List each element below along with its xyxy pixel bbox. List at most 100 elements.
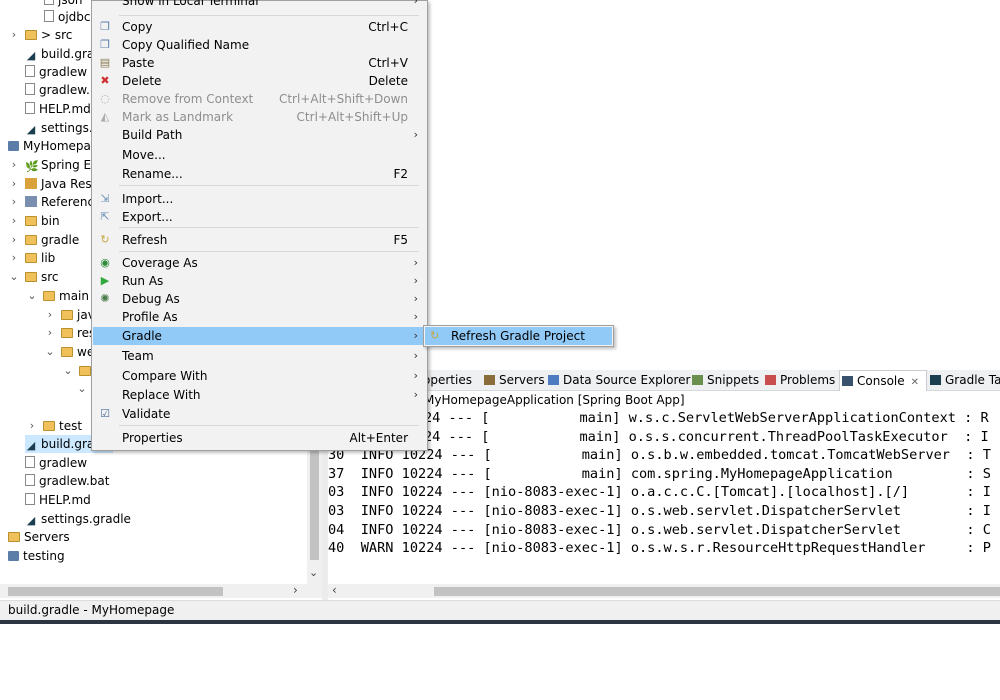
file-icon [44,10,54,22]
menu-item-gradle[interactable]: Gradle › [93,327,426,345]
tree-item[interactable]: HELP.md [25,491,91,509]
tab-problems[interactable]: Problems [763,370,835,390]
scroll-down-arrow-icon[interactable]: ⌄ [309,566,318,579]
landmark-icon: ◭ [100,110,110,123]
chevron-right-icon[interactable]: › [44,324,56,342]
tree-item[interactable]: gradlew [25,454,87,472]
chevron-right-icon[interactable]: › [26,417,38,435]
java-resources-icon [25,178,37,189]
folder-open-icon [61,347,73,357]
folder-open-icon [79,366,91,376]
tab-data-source-explorer[interactable]: Data Source Explorer [546,370,690,390]
folder-icon [25,235,37,245]
console-output: 24 --- [ main] w.s.c.ServletWebServerApp… [328,409,1000,581]
chevron-down-icon[interactable]: ⌄ [62,362,74,380]
chevron-down-icon[interactable]: ⌄ [76,380,88,398]
menu-item-compare-with[interactable]: Compare With › [93,367,426,385]
chevron-right-icon[interactable]: › [44,306,56,324]
console-icon [842,376,853,386]
menu-item-remove-from-context[interactable]: ◌ Remove from Context Ctrl+Alt+Shift+Down [93,90,426,108]
tab-snippets[interactable]: Snippets [690,370,759,390]
tab-properties[interactable]: operties [421,370,472,390]
chevron-down-icon[interactable]: ⌄ [8,268,20,286]
menu-item-debug-as[interactable]: ✺ Debug As › [93,290,426,308]
tree-item-testing[interactable]: testing [8,547,65,565]
refresh-gradle-icon: ↻ [430,329,440,342]
delete-icon: ✖ [100,74,110,87]
chevron-down-icon[interactable]: ⌄ [26,287,38,305]
chevron-right-icon[interactable]: › [8,193,20,211]
tree-item-project[interactable]: MyHomepa [8,137,91,155]
menu-item-mark-as-landmark[interactable]: ◭ Mark as Landmark Ctrl+Alt+Shift+Up [93,108,426,126]
folder-open-icon [43,291,55,301]
tab-servers[interactable]: Servers [482,370,545,390]
chevron-right-icon[interactable]: › [8,175,20,193]
console-horizontal-scroll-thumb[interactable] [434,587,1000,596]
tree-item[interactable]: ◢ settings.gradle [25,510,131,528]
scroll-left-arrow-icon[interactable]: ‹ [332,583,337,597]
context-menu: Show in Local Terminal › ❐ Copy Ctrl+C ❐ Cop… [91,0,428,451]
submenu-arrow-icon: › [413,388,418,401]
menu-item-copy[interactable]: ❐ Copy Ctrl+C [93,18,426,36]
tab-gradle-tasks[interactable]: Gradle Ta [928,370,1000,390]
chevron-right-icon[interactable]: › [8,212,20,230]
markdown-file-icon [25,102,35,114]
tab-console[interactable]: Console ✕ [839,370,927,391]
chevron-right-icon[interactable]: › [8,231,20,249]
menu-item-show-in-local-terminal[interactable]: Show in Local Terminal › [93,0,426,10]
console-line: 04 INFO 10224 --- [nio-8083-exec-1] o.s.… [328,521,991,538]
tree-item-servers[interactable]: Servers [8,528,70,546]
menu-item-paste[interactable]: ▤ Paste Ctrl+V [93,54,426,72]
console-line: 40 WARN 10224 --- [nio-8083-exec-1] o.s.… [328,540,991,557]
file-icon [25,65,35,77]
menu-item-refresh-gradle-project[interactable]: ↻ Refresh Gradle Project [425,327,612,345]
tree-item[interactable]: gradlew [25,63,87,81]
explorer-horizontal-scroll-thumb[interactable] [8,587,223,596]
tree-item[interactable]: ◢ build.gra [25,45,94,63]
folder-icon [25,253,37,263]
validate-check-icon: ☑ [100,407,110,420]
gradle-icon: ◢ [26,123,36,136]
menu-item-profile-as[interactable]: Profile As › [93,308,426,326]
menu-item-refresh[interactable]: ↻ Refresh F5 [93,231,426,249]
gradle-icon: ◢ [26,514,36,527]
problems-icon [765,375,776,385]
menu-separator [119,425,419,426]
menu-item-run-as[interactable]: ▶ Run As › [93,272,426,290]
tree-item[interactable]: gradlew.bat [25,472,109,490]
database-icon [548,375,559,385]
markdown-file-icon [25,493,35,505]
close-icon[interactable]: ✕ [911,377,919,388]
servers-icon [484,375,495,385]
menu-item-replace-with[interactable]: Replace With › [93,386,426,404]
menu-item-properties[interactable]: Properties Alt+Enter [93,429,426,447]
file-icon [44,0,54,5]
chevron-down-icon[interactable]: ⌄ [44,343,56,361]
menu-item-validate[interactable]: ☑ Validate [93,405,426,423]
bottom-panel-tabbar: operties Servers Data Source Explorer Sn… [328,370,1000,391]
gradle-icon: ◢ [26,49,36,62]
copy-icon: ❐ [100,20,110,33]
scroll-right-arrow-icon[interactable]: › [293,583,298,597]
tree-item[interactable]: ojdbc [44,8,91,26]
menu-item-delete[interactable]: ✖ Delete Delete [93,72,426,90]
chevron-right-icon[interactable]: › [8,156,20,174]
menu-item-import[interactable]: ⇲ Import... [93,190,426,208]
editor-area [428,0,1000,368]
menu-item-build-path[interactable]: Build Path › [93,126,426,144]
menu-item-export[interactable]: ⇱ Export... [93,208,426,226]
menu-item-rename[interactable]: Rename... F2 [93,165,426,183]
menu-item-move[interactable]: Move... [93,146,426,164]
menu-separator [119,227,419,228]
chevron-right-icon[interactable]: › [8,249,20,267]
menu-item-copy-qualified-name[interactable]: ❐ Copy Qualified Name [93,36,426,54]
chevron-right-icon[interactable]: › [8,26,20,44]
menu-item-team[interactable]: Team › [93,347,426,365]
tree-item[interactable]: HELP.md [25,100,91,118]
tree-item[interactable]: gradlew. [25,81,90,99]
import-icon: ⇲ [100,192,110,205]
menu-item-coverage-as[interactable]: ◉ Coverage As › [93,254,426,272]
tree-item[interactable]: ◢ settings.g [25,119,101,137]
project-icon [8,551,19,561]
bottom-area [0,624,1000,700]
